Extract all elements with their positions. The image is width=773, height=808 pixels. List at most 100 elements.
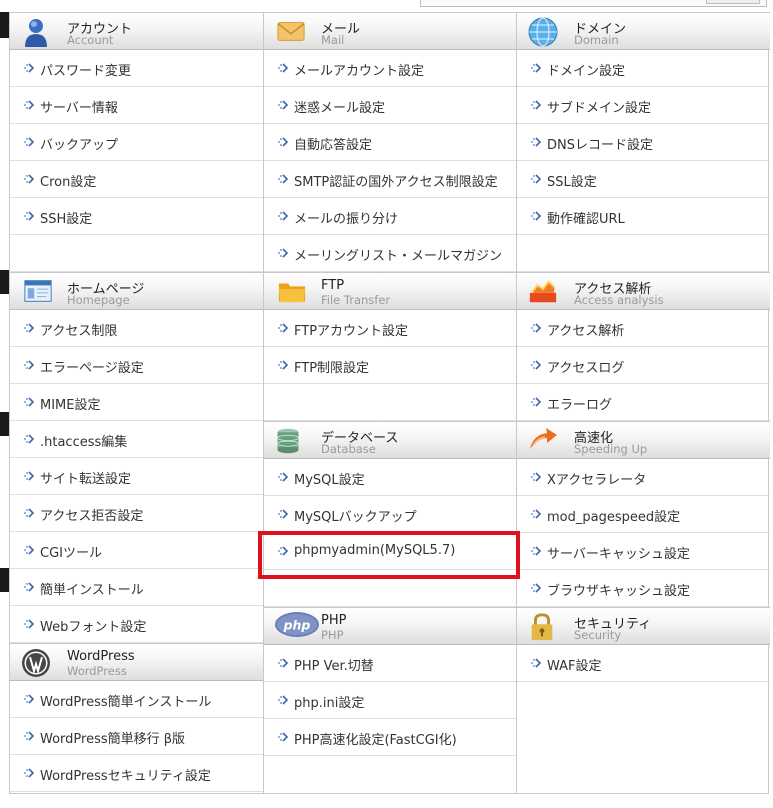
menu-link[interactable]: MIME設定: [10, 384, 263, 421]
menu-link[interactable]: SSH設定: [10, 198, 263, 235]
svg-text:php: php: [283, 617, 311, 632]
menu-link[interactable]: SSL設定: [517, 161, 770, 198]
menu-link[interactable]: メールの振り分け: [264, 198, 517, 235]
menu-link-label: MySQLバックアップ: [294, 510, 417, 525]
menu-link-label: メーリングリスト・メールマガジン: [294, 249, 503, 264]
top-search-button[interactable]: [706, 0, 760, 4]
menu-link[interactable]: .htaccess編集: [10, 421, 263, 458]
menu-link-label: WAF設定: [547, 659, 602, 674]
menu-link[interactable]: SMTP認証の国外アクセス制限設定: [264, 161, 517, 198]
section-database: データベース Database MySQL設定 MySQLバックアップ phpmyadm…: [264, 421, 517, 607]
menu-link[interactable]: WAF設定: [517, 645, 770, 682]
menu-link-label: 簡単インストール: [40, 583, 144, 598]
menu-link[interactable]: エラーログ: [517, 384, 770, 421]
menu-link[interactable]: パスワード変更: [10, 50, 263, 87]
menu-link[interactable]: バックアップ: [10, 124, 263, 161]
arrow-bullet-icon: [277, 657, 289, 669]
server-panel-menu-grid: アカウント Account パスワード変更 サーバー情報 バックアップ Cron設定 SSH…: [9, 12, 770, 794]
menu-link[interactable]: ドメイン設定: [517, 50, 770, 87]
arrow-bullet-icon: [23, 62, 35, 74]
arrow-bullet-icon: [277, 731, 289, 743]
menu-link[interactable]: 動作確認URL: [517, 198, 770, 235]
section-header-domain: ドメイン Domain: [517, 12, 770, 50]
section-subtitle: Access analysis: [574, 293, 664, 307]
menu-link[interactable]: FTP制限設定: [264, 347, 517, 384]
section-header-speed: 高速化 Speeding Up: [517, 421, 770, 459]
menu-link[interactable]: PHP高速化設定(FastCGI化): [264, 719, 517, 756]
menu-link-label: FTPアカウント設定: [294, 324, 409, 339]
menu-link[interactable]: FTPアカウント設定: [264, 310, 517, 347]
menu-link[interactable]: アクセスログ: [517, 347, 770, 384]
menu-link-label: MIME設定: [40, 398, 101, 413]
arrow-bullet-icon: [277, 359, 289, 371]
section-subtitle: Database: [321, 442, 376, 456]
menu-link[interactable]: エラーページ設定: [10, 347, 263, 384]
menu-link[interactable]: WordPress簡単インストール: [10, 681, 263, 718]
arrow-bullet-icon: [277, 508, 289, 520]
menu-link[interactable]: サブドメイン設定: [517, 87, 770, 124]
section-ftp: FTP File Transfer FTPアカウント設定 FTP制限設定: [264, 272, 517, 421]
menu-link-label: アクセス解析: [547, 324, 625, 339]
menu-link[interactable]: サーバーキャッシュ設定: [517, 533, 770, 570]
menu-link[interactable]: mod_pagespeed設定: [517, 496, 770, 533]
top-search-box[interactable]: [420, 0, 767, 7]
menu-link[interactable]: php.ini設定: [264, 682, 517, 719]
menu-link[interactable]: サーバー情報: [10, 87, 263, 124]
menu-link-label: mod_pagespeed設定: [547, 510, 681, 525]
section-header-security: セキュリティ Security: [517, 607, 770, 645]
section-domain: ドメイン Domain ドメイン設定サブドメイン設定 DNSレコード設定 SSL設定 動作…: [517, 12, 770, 272]
menu-link[interactable]: メーリングリスト・メールマガジン: [264, 235, 517, 272]
section-php: php PHP PHP PHP Ver.切替 php.ini設定 PHP高速化設定(Fas…: [264, 607, 517, 756]
menu-link[interactable]: Webフォント設定: [10, 606, 263, 643]
menu-link[interactable]: アクセス制限: [10, 310, 263, 347]
menu-link[interactable]: 自動応答設定: [264, 124, 517, 161]
menu-link[interactable]: WordPressセキュリティ設定: [10, 755, 263, 792]
menu-link-label: ドメイン設定: [547, 64, 626, 79]
menu-link[interactable]: アクセス拒否設定: [10, 495, 263, 532]
empty-row: [517, 235, 770, 272]
menu-link[interactable]: ブラウザキャッシュ設定: [517, 570, 770, 607]
menu-link[interactable]: PHP Ver.切替: [264, 645, 517, 682]
arrow-bullet-icon: [277, 99, 289, 111]
menu-link[interactable]: CGIツール: [10, 532, 263, 569]
section-access: アクセス解析 Access analysis アクセス解析アクセスログ エラーログ: [517, 272, 770, 421]
arrow-bullet-icon: [530, 657, 542, 669]
menu-link[interactable]: 簡単インストール: [10, 569, 263, 606]
arrow-bullet-icon: [530, 136, 542, 148]
arrow-bullet-icon: [23, 730, 35, 742]
menu-link[interactable]: サイト転送設定: [10, 458, 263, 495]
menu-link[interactable]: DNSレコード設定: [517, 124, 770, 161]
section-subtitle: WordPress: [67, 664, 127, 678]
padlock-icon: [527, 611, 559, 643]
section-account: アカウント Account パスワード変更 サーバー情報 バックアップ Cron設定 SSH…: [10, 12, 263, 272]
section-header-access: アクセス解析 Access analysis: [517, 272, 770, 310]
arrow-bullet-icon: [530, 322, 542, 334]
menu-link-label: WordPress簡単インストール: [40, 695, 212, 710]
wordpress-logo-icon: [20, 647, 52, 679]
left-edge-strip: [0, 12, 9, 38]
arrow-bullet-icon: [277, 247, 289, 259]
globe-icon: [527, 16, 559, 48]
envelope-icon: [274, 16, 306, 48]
menu-link[interactable]: メールアカウント設定: [264, 50, 517, 87]
section-title: FTP: [321, 278, 345, 293]
section-subtitle: Security: [574, 628, 622, 642]
menu-link-label: phpmyadmin(MySQL5.7): [294, 543, 456, 558]
section-header-homepage: ホームページ Homepage: [10, 272, 263, 310]
menu-link-label: メールアカウント設定: [294, 64, 425, 79]
menu-link[interactable]: Cron設定: [10, 161, 263, 198]
menu-link-label: 迷惑メール設定: [294, 101, 386, 116]
menu-link[interactable]: Xアクセラレータ: [517, 459, 770, 496]
menu-link[interactable]: 迷惑メール設定: [264, 87, 517, 124]
section-header-account: アカウント Account: [10, 12, 263, 50]
menu-link[interactable]: MySQLバックアップ: [264, 496, 517, 533]
menu-link[interactable]: アクセス解析: [517, 310, 770, 347]
menu-link-label: サブドメイン設定: [547, 101, 652, 116]
user-icon: [20, 16, 52, 48]
arrow-bullet-icon: [530, 508, 542, 520]
database-icon: [274, 425, 306, 457]
menu-link[interactable]: MySQL設定: [264, 459, 517, 496]
arrow-bullet-icon: [277, 136, 289, 148]
menu-link[interactable]: WordPress簡単移行 β版: [10, 718, 263, 755]
menu-link[interactable]: phpmyadmin(MySQL5.7): [264, 533, 517, 570]
